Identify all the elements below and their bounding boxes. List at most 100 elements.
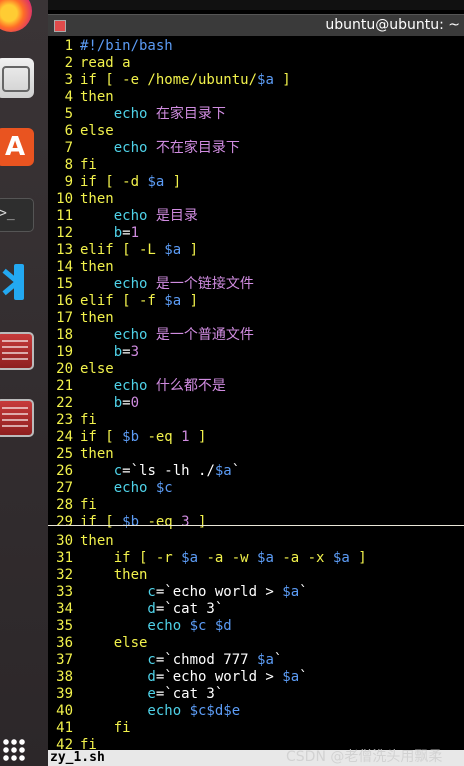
code-line[interactable]: 41 fi [48,720,130,737]
code-line[interactable]: 29 if [ $b -eq 3 ] [48,514,206,531]
code-token: then [80,310,114,326]
line-number: 20 [56,361,73,377]
code-token: $a [164,242,182,258]
code-line[interactable]: 28 fi [48,497,97,514]
code-line[interactable]: 27 echo $c [48,480,173,497]
code-line[interactable]: 6 else [48,123,114,140]
line-number: 36 [56,635,73,651]
code-line[interactable]: 2 read a [48,55,131,72]
code-line[interactable]: 13 elif [ -L $a ] [48,242,198,259]
code-line[interactable]: 31 if [ -r $a -a -w $a -a -x $a ] [48,550,367,567]
code-line[interactable]: 11 echo 是目录 [48,208,198,225]
code-token: if [ -r [80,550,182,566]
code-line[interactable]: 32 then [48,567,147,584]
code-line[interactable]: 25 then [48,446,114,463]
code-token: echo [80,140,156,156]
code-token: 1 [181,429,190,445]
code-token: $a [257,652,274,668]
code-token: if [ -e /home/ubuntu/ [80,72,258,88]
code-token: echo [80,276,156,292]
code-line[interactable]: 17 then [48,310,114,327]
terminal-window[interactable]: ubuntu@ubuntu: ~ 1 #!/bin/bash 2 read a 3 if … [48,10,464,766]
remmina-icon[interactable] [0,332,34,370]
code-line[interactable]: 37 c=`chmod 777 $a` [48,652,282,669]
window-title: ubuntu@ubuntu: ~ [325,17,460,33]
code-token: then [80,259,114,275]
code-line[interactable]: 15 echo 是一个链接文件 [48,276,254,293]
code-token: then [80,191,114,207]
code-token: 不在家目录下 [155,140,240,156]
code-line[interactable]: 19 b=3 [48,344,139,361]
code-token: else [80,123,114,139]
code-line[interactable]: 26 c=`ls -lh ./$a` [48,463,240,480]
line-number: 12 [56,225,73,241]
code-line[interactable]: 34 d=`cat 3` [48,601,223,618]
code-line[interactable]: 3 if [ -e /home/ubuntu/$a ] [48,72,291,89]
code-token: fi [80,157,97,173]
code-token: ] [349,550,367,566]
code-token: =`ls -lh ./ [122,463,215,479]
code-line[interactable]: 39 e=`cat 3` [48,686,223,703]
code-line[interactable]: 20 else [48,361,114,378]
code-line[interactable]: 35 echo $c $d [48,618,232,635]
code-line[interactable]: 18 echo 是一个普通文件 [48,327,254,344]
line-number: 18 [56,327,73,343]
code-line[interactable]: 1 #!/bin/bash [48,38,173,55]
line-number: 25 [56,446,73,462]
code-token: ` [231,463,241,479]
terminal-icon[interactable]: >_ [0,198,34,232]
code-line[interactable]: 12 b=1 [48,225,139,242]
code-line[interactable]: 33 c=`echo world > $a` [48,584,307,601]
dock: A >_ [0,0,48,766]
code-line[interactable]: 5 echo 在家目录下 [48,106,226,123]
code-token: $c $d [189,618,232,634]
code-token: ] [189,514,207,530]
code-token: =`chmod 777 [155,652,258,668]
code-line[interactable]: 22 b=0 [48,395,139,412]
window-titlebar[interactable]: ubuntu@ubuntu: ~ [48,14,464,36]
code-line[interactable]: 30 then [48,533,114,550]
code-line[interactable]: 38 d=`echo world > $a` [48,669,307,686]
vscode-icon[interactable] [0,262,32,302]
line-number: 34 [56,601,73,617]
line-number: 28 [56,497,73,513]
code-line[interactable]: 10 then [48,191,114,208]
code-line[interactable]: 7 echo 不在家目录下 [48,140,240,157]
code-line[interactable]: 36 else [48,635,147,652]
apps-grid-icon[interactable] [2,738,26,762]
firefox-icon[interactable] [0,0,32,32]
line-number: 32 [56,567,73,583]
line-number: 19 [56,344,73,360]
code-token: 3 [130,344,140,360]
code-line[interactable]: 40 echo $c$d$e [48,703,240,720]
watermark: CSDN @老僧洗头用飘柔 [286,749,443,765]
code-token: then [80,446,114,462]
code-token: = [122,225,131,241]
code-line[interactable]: 16 elif [ -f $a ] [48,293,198,310]
line-number: 26 [56,463,73,479]
code-token: $a [282,669,300,685]
code-token: b [80,225,123,241]
software-icon[interactable]: A [0,128,34,166]
code-token: = [122,395,131,411]
remmina-icon[interactable] [0,399,34,437]
code-line[interactable]: 23 fi [48,412,97,429]
code-line[interactable]: 14 then [48,259,114,276]
code-line[interactable]: 24 if [ $b -eq 1 ] [48,429,206,446]
code-token: 是目录 [155,208,198,224]
line-number: 11 [56,208,73,224]
code-line[interactable]: 9 if [ -d $a ] [48,174,182,191]
code-token: echo [80,703,190,719]
code-token: c [80,584,156,600]
code-token: 在家目录下 [155,106,226,122]
code-line[interactable]: 8 fi [48,157,97,174]
code-token: fi [80,412,97,428]
code-token: 0 [130,395,140,411]
code-line[interactable]: 21 echo 什么都不是 [48,378,226,395]
code-token: b [80,344,123,360]
line-number: 14 [56,259,73,275]
files-icon[interactable] [0,58,34,98]
line-number: 22 [56,395,73,411]
code-token: echo [80,208,156,224]
code-line[interactable]: 4 then [48,89,114,106]
